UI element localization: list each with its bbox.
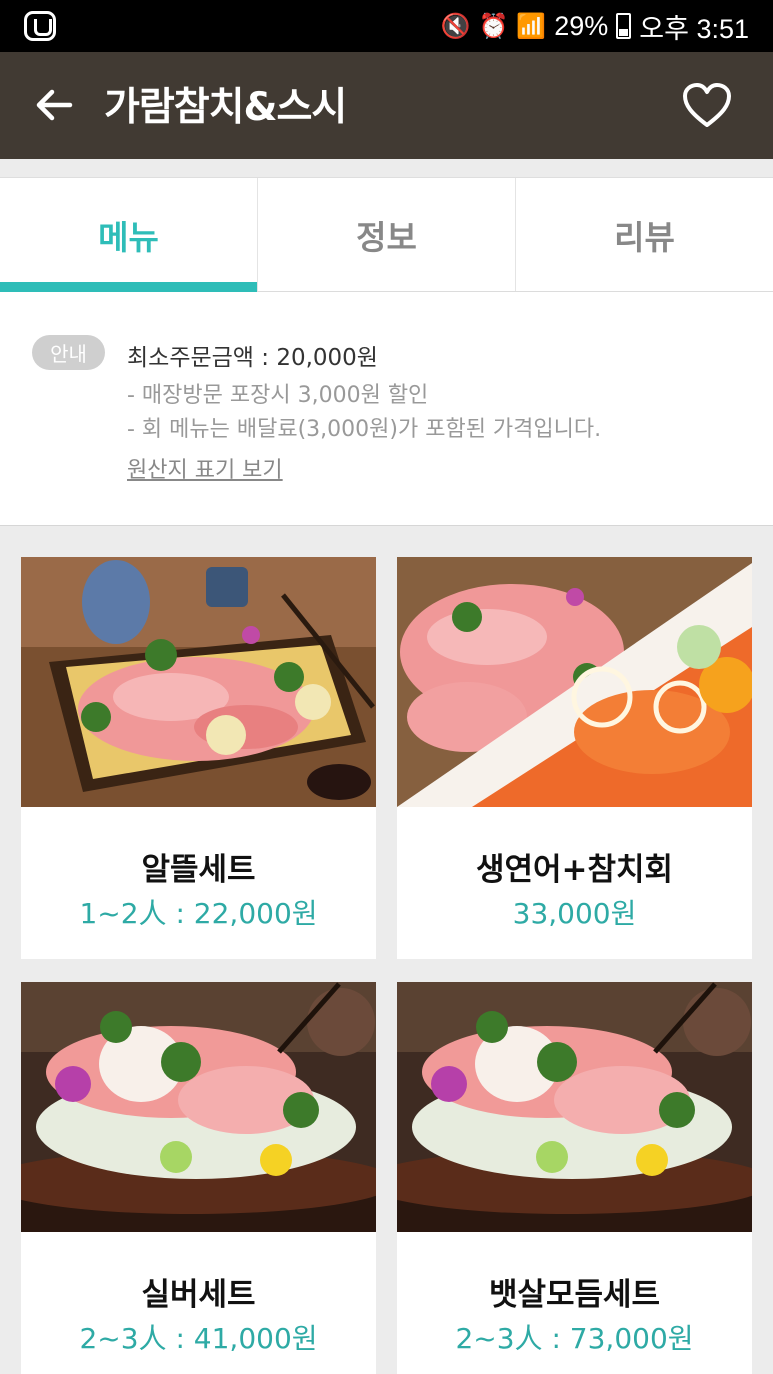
back-arrow-icon[interactable] <box>30 80 80 130</box>
notice-panel: 안내 최소주문금액 : 20,000원 - 매장방문 포장시 3,000원 할인… <box>0 292 773 526</box>
status-bar: 🔇 ⏰ 📶 29% 오후 3:51 <box>0 0 773 52</box>
tab-bar: 메뉴 정보 리뷰 <box>0 177 773 292</box>
menu-item-image <box>397 982 752 1232</box>
menu-item-image <box>21 557 376 807</box>
status-time: 오후 3:51 <box>639 13 749 44</box>
menu-item-name: 뱃살모듬세트 <box>488 1277 661 1313</box>
menu-item-price: 1~2人 : 22,000원 <box>79 897 318 930</box>
app-bar: 가람참치&스시 <box>0 52 773 159</box>
status-indicators: 🔇 ⏰ 📶 29% 오후 3:51 <box>441 0 749 52</box>
menu-item-price: 2~3人 : 41,000원 <box>79 1322 318 1355</box>
menu-item-price: 2~3人 : 73,000원 <box>455 1322 694 1355</box>
menu-item-image <box>397 557 752 807</box>
battery-icon <box>616 13 632 39</box>
store-title: 가람참치&스시 <box>104 85 347 130</box>
alarm-icon: ⏰ <box>478 12 509 40</box>
origin-info-link[interactable]: 원산지 표기 보기 <box>127 452 283 484</box>
mute-icon: 🔇 <box>440 12 471 40</box>
notice-line-takeout: - 매장방문 포장시 3,000원 할인 <box>127 383 429 408</box>
menu-item-image <box>21 982 376 1232</box>
menu-item-name: 실버세트 <box>141 1277 256 1313</box>
tab-info[interactable]: 정보 <box>258 178 516 291</box>
menu-item-card[interactable]: 알뜰세트 1~2人 : 22,000원 <box>21 557 376 959</box>
menu-item-price: 33,000원 <box>512 897 637 930</box>
menu-item-card[interactable]: 생연어+참치회 33,000원 <box>397 557 752 959</box>
tab-menu[interactable]: 메뉴 <box>0 178 258 292</box>
app-notification-icon <box>24 11 56 41</box>
battery-percent: 29% <box>554 10 609 41</box>
menu-item-card[interactable]: 뱃살모듬세트 2~3人 : 73,000원 <box>397 982 752 1374</box>
menu-item-card[interactable]: 실버세트 2~3人 : 41,000원 <box>21 982 376 1374</box>
menu-item-name: 생연어+참치회 <box>475 852 674 888</box>
wifi-icon: 📶 <box>516 12 547 40</box>
tab-reviews[interactable]: 리뷰 <box>516 178 773 291</box>
notice-line-delivery: - 회 메뉴는 배달료(3,000원)가 포함된 가격입니다. <box>127 417 602 442</box>
notice-badge: 안내 <box>32 335 105 370</box>
minimum-order: 최소주문금액 : 20,000원 <box>127 345 378 371</box>
favorite-heart-icon[interactable] <box>681 80 733 132</box>
menu-item-name: 알뜰세트 <box>141 852 256 888</box>
